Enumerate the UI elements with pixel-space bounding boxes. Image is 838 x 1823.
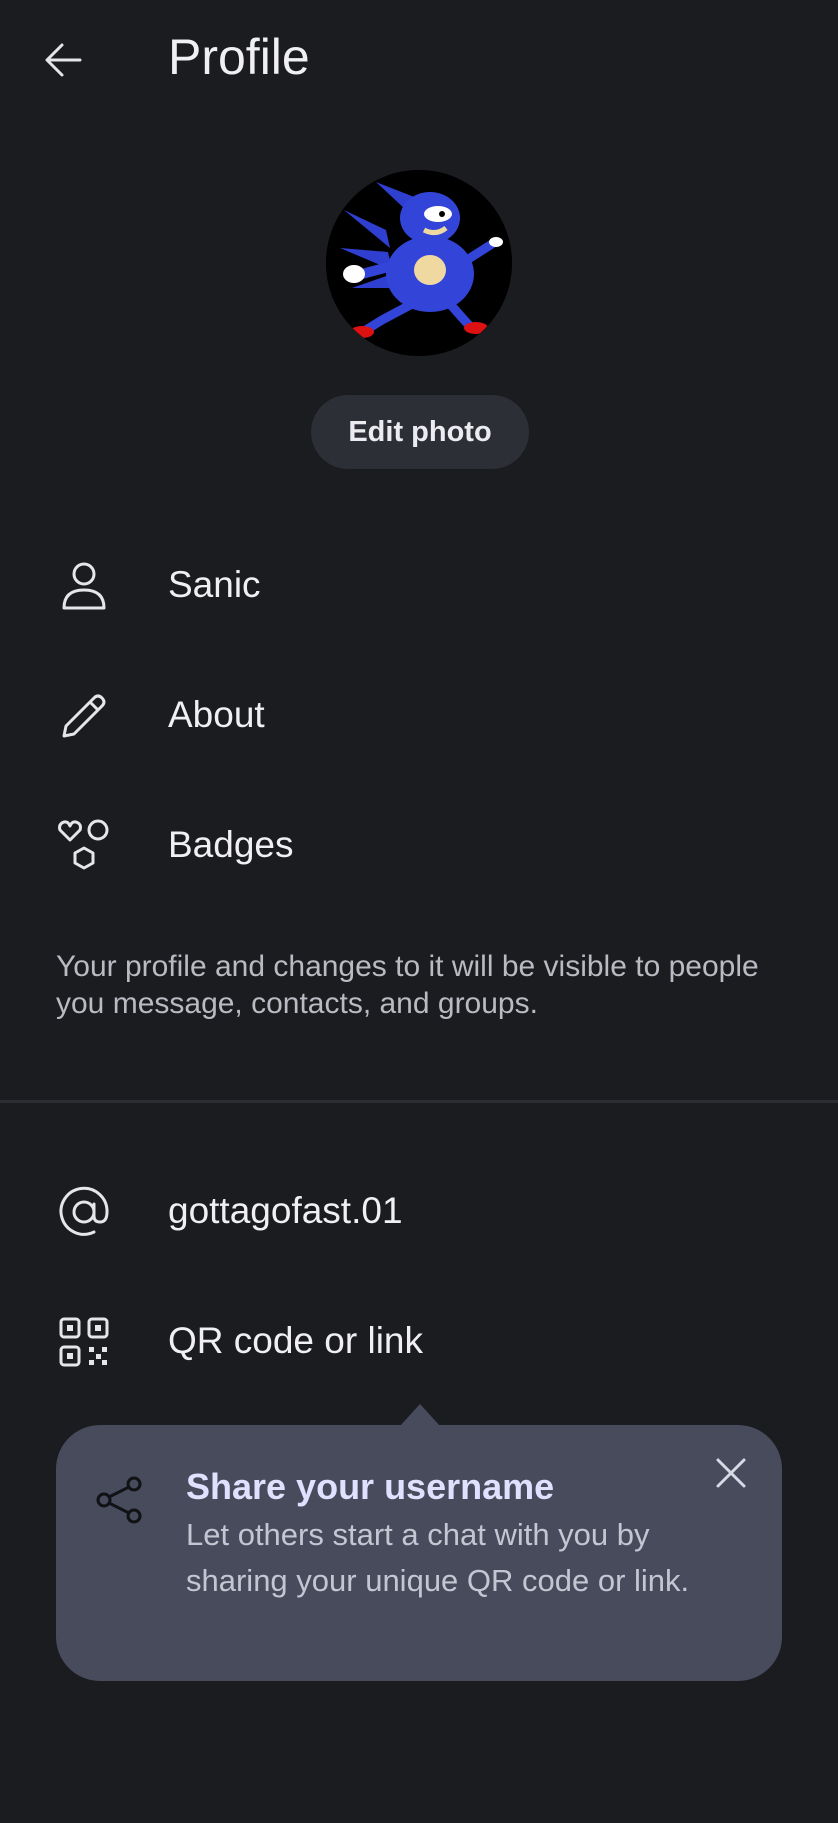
close-icon [716, 1458, 746, 1488]
avatar[interactable] [326, 170, 512, 356]
badges-row[interactable]: Badges [0, 782, 838, 902]
qr-code-icon [56, 1314, 112, 1370]
about-row[interactable]: About [0, 652, 838, 772]
profile-visibility-note: Your profile and changes to it will be v… [56, 950, 759, 1020]
divider [0, 1100, 838, 1103]
username-label: gottagofast.01 [168, 1190, 403, 1231]
tooltip-arrow [400, 1404, 440, 1426]
username-row[interactable]: gottagofast.01 [0, 1148, 838, 1268]
share-icon [94, 1474, 146, 1526]
back-button[interactable] [40, 36, 88, 84]
page-title: Profile [168, 29, 310, 85]
edit-photo-button[interactable]: Edit photo [311, 395, 529, 469]
person-icon [56, 558, 112, 614]
about-label: About [168, 694, 265, 735]
qr-code-row[interactable]: QR code or link [0, 1278, 838, 1398]
arrow-left-icon [45, 43, 82, 77]
badges-label: Badges [168, 824, 294, 865]
badges-icon [56, 818, 112, 874]
name-label: Sanic [168, 564, 261, 605]
tooltip-close-button[interactable] [712, 1454, 750, 1492]
at-sign-icon [56, 1184, 112, 1240]
pencil-icon [56, 688, 112, 744]
avatar-image [326, 170, 512, 356]
qr-code-label: QR code or link [168, 1320, 423, 1361]
tooltip-body: Let others start a chat with you by shar… [186, 1517, 690, 1598]
name-row[interactable]: Sanic [0, 522, 838, 642]
tooltip-title: Share your username [186, 1466, 555, 1507]
